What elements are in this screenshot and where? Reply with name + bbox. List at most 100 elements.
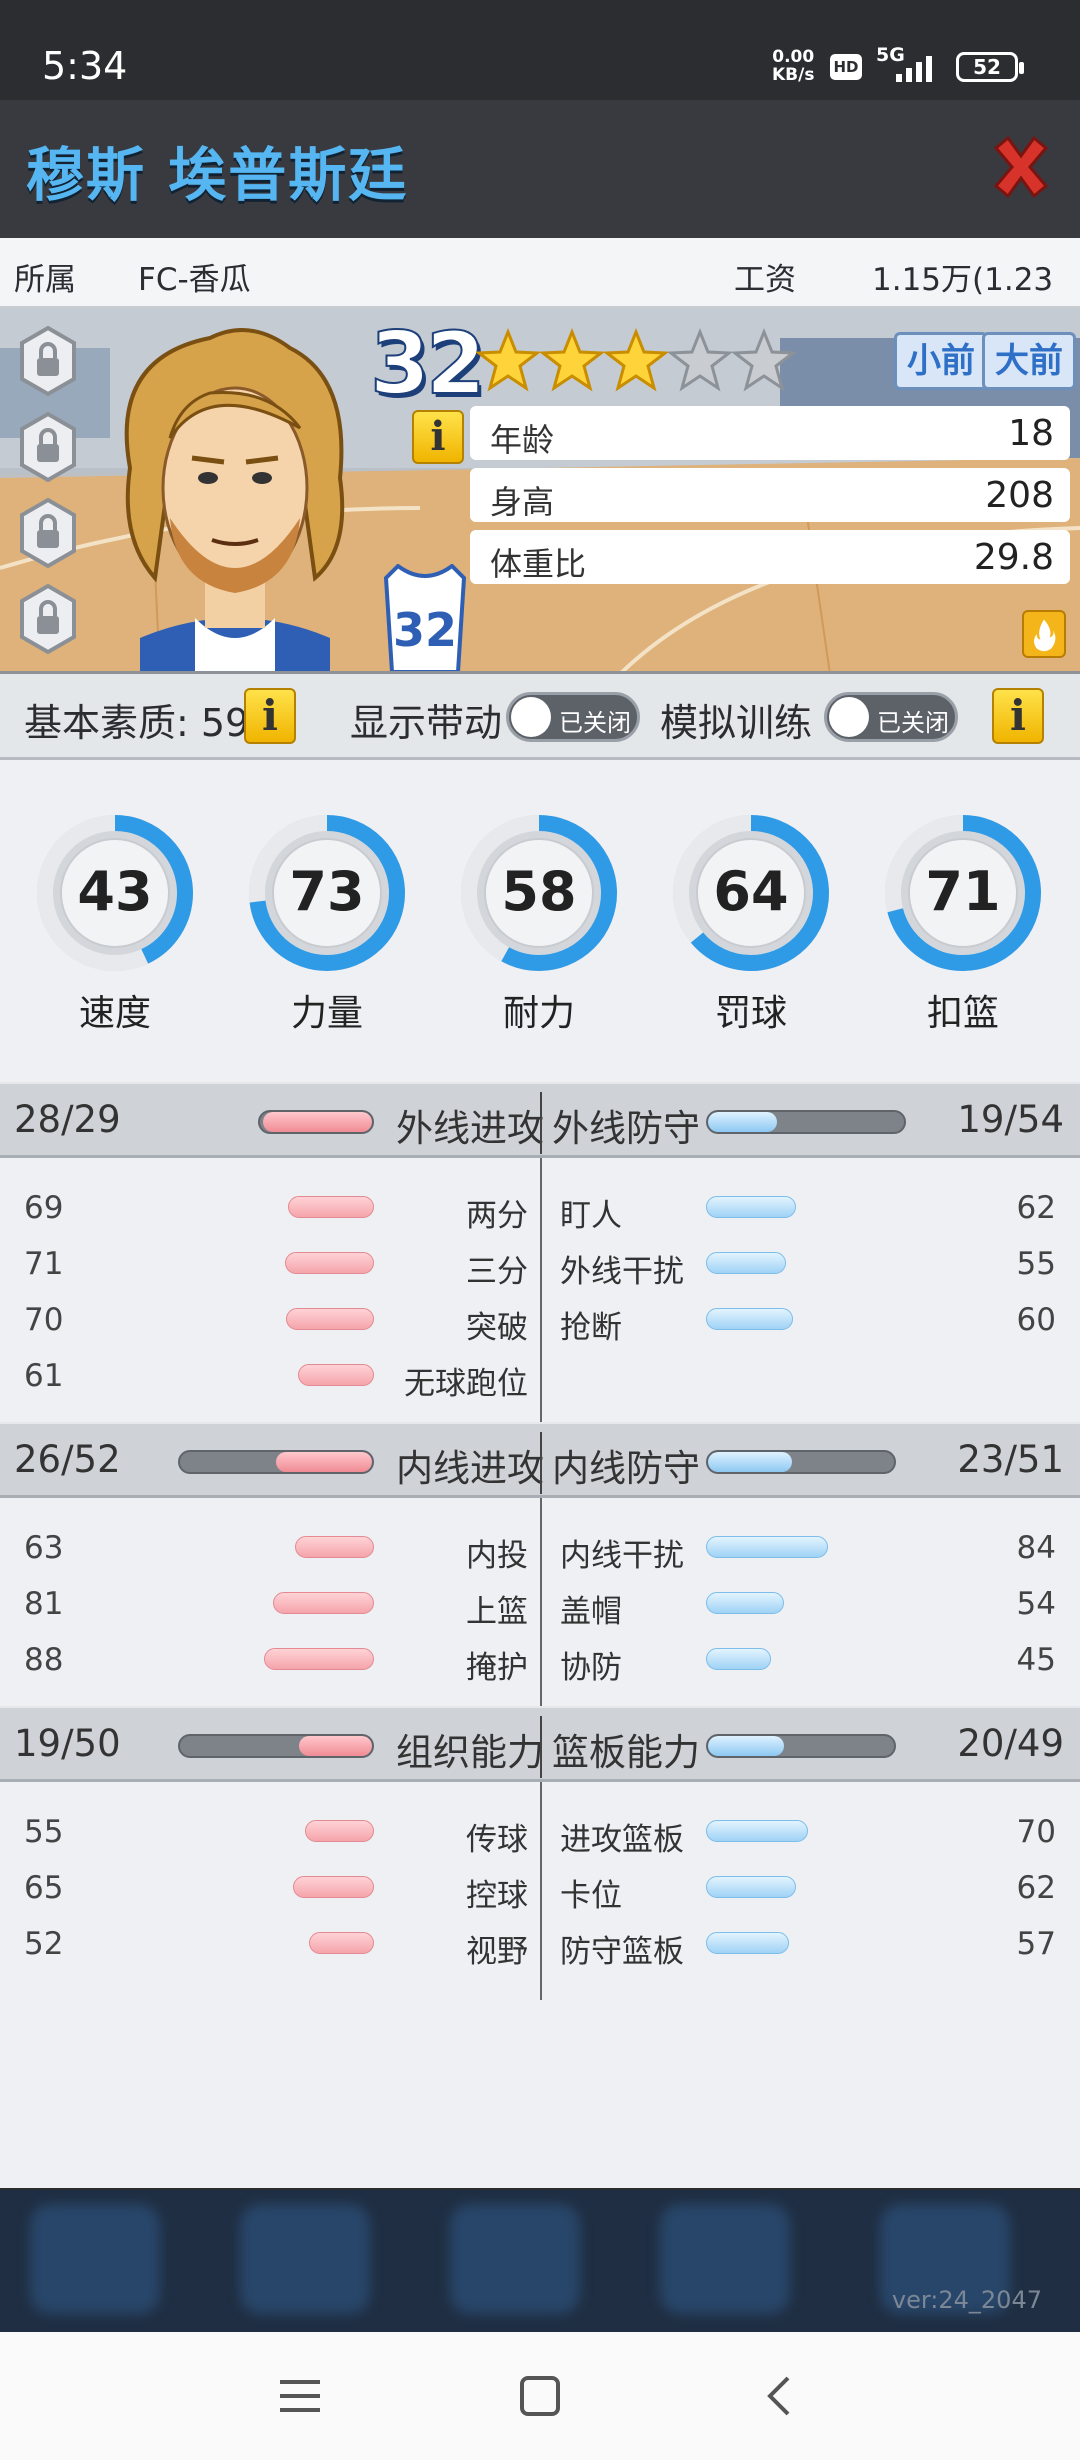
status-bar: 5:34 0.00 KB/s HD 5G 52	[0, 0, 1080, 100]
show-drive-label: 显示带动	[350, 701, 503, 745]
younger-button[interactable]: 小前	[894, 332, 988, 390]
jersey-number: 32	[369, 313, 487, 415]
skill-left-name: 内投	[466, 1538, 528, 1574]
skill-right-value: 55	[1016, 1246, 1056, 1282]
skill-row: 61 无球跑位	[0, 1348, 1080, 1404]
stat-gauge: 58 耐力	[454, 808, 624, 1036]
star-filled-icon	[540, 328, 604, 392]
section-right-title: 篮板能力	[552, 1731, 700, 1774]
skill-right-name: 内线干扰	[560, 1538, 684, 1574]
older-button[interactable]: 大前	[982, 332, 1076, 390]
skill-left-bar	[305, 1820, 374, 1842]
back-icon[interactable]	[758, 2374, 802, 2418]
show-drive-toggle[interactable]: 已关闭	[506, 692, 640, 742]
dock-icon	[30, 2204, 160, 2314]
toggle-state: 已关闭	[877, 709, 949, 737]
left-progress-bar	[258, 1110, 374, 1134]
skill-right-name: 防守篮板	[560, 1934, 684, 1970]
star-filled-icon	[604, 328, 668, 392]
attr-value: 208	[985, 475, 1054, 516]
skill-left-bar	[288, 1196, 374, 1218]
skill-right-bar	[706, 1536, 828, 1558]
skill-left-name: 两分	[466, 1198, 528, 1234]
left-progress-bar	[178, 1450, 374, 1474]
gauge-label: 力量	[290, 993, 363, 1034]
toggle-knob	[511, 697, 551, 737]
skill-right-value: 60	[1016, 1302, 1056, 1338]
section-right-title: 外线防守	[552, 1107, 700, 1150]
skill-left-value: 55	[24, 1814, 64, 1850]
skill-left-name: 传球	[466, 1822, 528, 1858]
section-left-title: 组织能力	[396, 1731, 544, 1774]
skill-right-name: 进攻篮板	[560, 1822, 684, 1858]
sim-train-toggle[interactable]: 已关闭	[824, 692, 958, 742]
info-icon[interactable]: i	[412, 410, 464, 464]
section-left-title: 内线进攻	[396, 1447, 544, 1490]
skill-right-name: 抢断	[560, 1310, 622, 1346]
skill-right-name: 外线干扰	[560, 1254, 684, 1290]
skill-left-name: 上篮	[466, 1594, 528, 1630]
battery-icon: 52	[956, 52, 1024, 82]
skill-left-bar	[264, 1648, 374, 1670]
player-name: 穆斯 埃普斯廷	[26, 141, 409, 209]
skill-right-value: 57	[1016, 1926, 1056, 1962]
sim-train-label: 模拟训练	[660, 701, 813, 745]
lock-icon[interactable]	[18, 498, 78, 568]
star-empty-icon	[732, 328, 796, 392]
title-bar: 穆斯 埃普斯廷	[0, 100, 1080, 238]
gauge-value: 71	[925, 860, 1001, 923]
signal-icon	[896, 56, 932, 82]
jersey-number-text: 32	[393, 603, 457, 657]
close-icon[interactable]	[988, 134, 1054, 200]
stat-gauge: 43 速度	[30, 808, 200, 1036]
gauge-label: 罚球	[714, 993, 787, 1034]
info-icon[interactable]: i	[992, 688, 1044, 744]
left-progress-bar	[178, 1734, 374, 1758]
gauge-label: 扣篮	[926, 993, 999, 1034]
skill-row: 69 两分 盯人 62	[0, 1180, 1080, 1236]
skill-row: 70 突破 抢断 60	[0, 1292, 1080, 1348]
stat-gauge: 64 罚球	[666, 808, 836, 1036]
lock-icon[interactable]	[18, 326, 78, 396]
net-speed-unit: KB/s	[772, 65, 815, 85]
skill-row: 81 上篮 盖帽 54	[0, 1576, 1080, 1632]
skill-left-bar	[293, 1876, 374, 1898]
skill-left-bar	[285, 1252, 374, 1274]
skill-right-value: 45	[1016, 1642, 1056, 1678]
right-progress-bar	[706, 1110, 906, 1134]
section-left-title: 外线进攻	[396, 1107, 544, 1150]
info-icon[interactable]: i	[244, 688, 296, 744]
skill-left-value: 52	[24, 1926, 64, 1962]
team-value: FC-香瓜	[138, 262, 251, 298]
section-right-title: 内线防守	[552, 1447, 700, 1490]
skill-row: 63 内投 内线干扰 84	[0, 1520, 1080, 1576]
gauge-value: 58	[501, 860, 577, 923]
player-panel: 所属 FC-香瓜 工资 1.15万(1.23万)	[0, 238, 1080, 2426]
hd-icon: HD	[830, 54, 862, 80]
skill-left-bar	[309, 1932, 374, 1954]
attr-age: 年龄 18	[470, 406, 1070, 460]
lock-icon[interactable]	[18, 412, 78, 482]
attr-weight-ratio: 体重比 29.8	[470, 530, 1070, 584]
section-header: 28/29 外线进攻 外线防守 19/54	[0, 1082, 1080, 1158]
attr-label: 身高	[490, 483, 555, 521]
skill-row: 65 控球 卡位 62	[0, 1860, 1080, 1916]
skill-row: 55 传球 进攻篮板 70	[0, 1804, 1080, 1860]
section-left-value: 28/29	[14, 1098, 121, 1141]
divider	[540, 1716, 542, 1778]
skill-left-value: 69	[24, 1190, 64, 1226]
dock-icon	[450, 2204, 580, 2314]
skill-right-bar	[706, 1592, 784, 1614]
home-icon[interactable]	[518, 2374, 562, 2418]
skill-left-value: 65	[24, 1870, 64, 1906]
fire-icon[interactable]	[1022, 610, 1066, 658]
toggle-knob	[829, 697, 869, 737]
menu-icon[interactable]	[278, 2374, 322, 2418]
skill-right-value: 70	[1016, 1814, 1056, 1850]
section-header: 19/50 组织能力 篮板能力 20/49	[0, 1706, 1080, 1782]
lock-icon[interactable]	[18, 584, 78, 654]
skill-right-bar	[706, 1252, 786, 1274]
skill-row: 88 掩护 协防 45	[0, 1632, 1080, 1688]
net-speed-value: 0.00	[772, 47, 815, 67]
gauge-value: 64	[713, 860, 789, 923]
